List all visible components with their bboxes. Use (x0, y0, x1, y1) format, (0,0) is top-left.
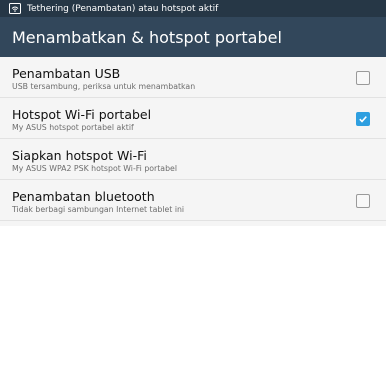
hotspot-icon (8, 3, 22, 15)
action-bar: Menambatkan & hotspot portabel (0, 17, 386, 57)
setting-label: Hotspot Wi-Fi portabel (12, 107, 152, 122)
setting-setup-wifi-hotspot[interactable]: Siapkan hotspot Wi-Fi My ASUS WPA2 PSK h… (0, 139, 386, 180)
empty-area (0, 226, 386, 390)
usb-tethering-checkbox[interactable] (356, 71, 370, 85)
status-text: Tethering (Penambatan) atau hotspot akti… (27, 3, 219, 14)
setting-usb-tethering[interactable]: Penambatan USB USB tersambung, periksa u… (0, 57, 386, 98)
setting-label: Siapkan hotspot Wi-Fi (12, 148, 147, 163)
setting-portable-wifi-hotspot[interactable]: Hotspot Wi-Fi portabel My ASUS hotspot p… (0, 98, 386, 139)
setting-label: Penambatan USB (12, 66, 121, 81)
setting-summary: Tidak berbagi sambungan Internet tablet … (12, 205, 185, 214)
bluetooth-tethering-checkbox[interactable] (356, 194, 370, 208)
setting-summary: USB tersambung, periksa untuk menambatka… (12, 82, 196, 91)
setting-label: Penambatan bluetooth (12, 189, 155, 204)
status-bar: Tethering (Penambatan) atau hotspot akti… (0, 0, 386, 17)
setting-bluetooth-tethering[interactable]: Penambatan bluetooth Tidak berbagi sambu… (0, 180, 386, 221)
setting-summary: My ASUS hotspot portabel aktif (12, 123, 134, 132)
page-title: Menambatkan & hotspot portabel (12, 27, 282, 47)
setting-summary: My ASUS WPA2 PSK hotspot Wi-Fi portabel (12, 164, 178, 173)
wifi-hotspot-checkbox[interactable] (356, 112, 370, 126)
settings-list: Penambatan USB USB tersambung, periksa u… (0, 57, 386, 221)
checkmark-icon (359, 116, 367, 123)
